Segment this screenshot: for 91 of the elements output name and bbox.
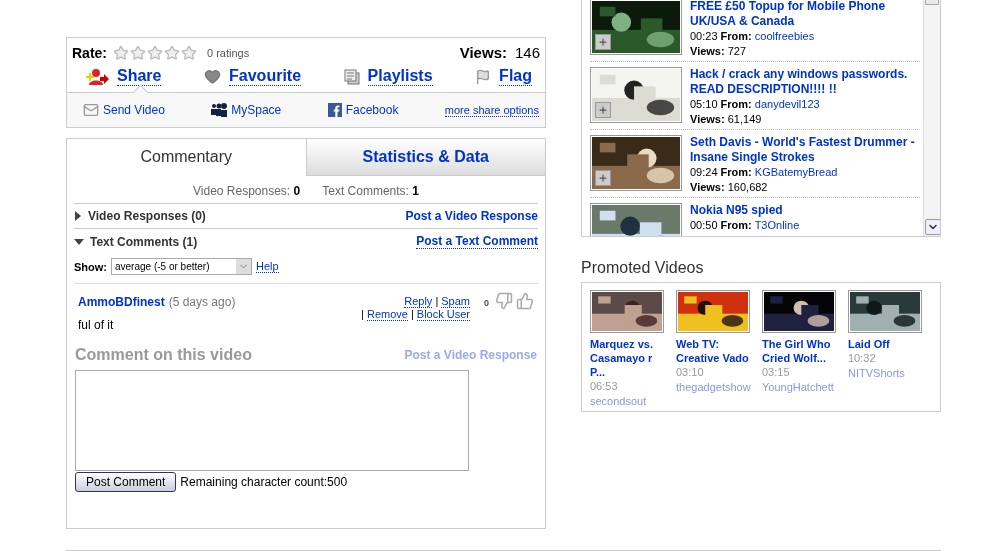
video-duration: 10:32	[848, 351, 877, 366]
post-link[interactable]: Post a Text Comment	[416, 234, 538, 249]
triangle-right-icon[interactable]	[74, 211, 82, 221]
video-title[interactable]: Nokia N95 spied	[690, 203, 800, 218]
related-video[interactable]: FREE £50 Topup for Mobile Phone UK/USA & Canada 00:23 From: coolfreebies Views: 727	[590, 0, 920, 62]
stacked-pages-icon	[343, 68, 360, 85]
section-title[interactable]: Text Comments (1)	[90, 234, 198, 249]
comment-text: ful of it	[78, 318, 115, 332]
flag-icon	[475, 68, 492, 85]
views-label: Views:	[459, 44, 507, 61]
video-title[interactable]: Seth Davis - World's Fastest Drummer - Insane Single Strokes	[690, 135, 920, 165]
sharing-option[interactable]: MySpace	[211, 103, 282, 117]
facebook-icon	[327, 103, 342, 117]
comment-age: (5 days ago)	[168, 295, 236, 309]
video-title[interactable]: Laid Off	[848, 337, 921, 351]
from-label: From:	[720, 219, 752, 231]
related-video[interactable]: Nokia N95 spied 00:50 From: T3Online	[590, 198, 920, 236]
comment-score: 0	[484, 298, 489, 308]
summary-count: Video Responses: 0	[193, 184, 301, 198]
heart-icon	[204, 68, 222, 85]
views-count: 146	[514, 44, 540, 61]
sharing-option[interactable]: Send Video	[83, 102, 165, 118]
star-icon[interactable]	[130, 44, 146, 61]
people-icon	[211, 103, 228, 117]
views-label: Views:	[690, 113, 725, 125]
video-title[interactable]: Hack / crack any windows passwords. READ DESCRIPTION!!!! !!	[690, 67, 920, 97]
action-link[interactable]: Share	[85, 67, 162, 86]
action-link[interactable]: Favourite	[204, 67, 302, 86]
envelope-icon	[83, 102, 99, 118]
separator: |	[410, 308, 414, 321]
video-duration: 09:24	[690, 166, 718, 178]
star-icon[interactable]	[147, 44, 163, 61]
views-count: 727	[727, 45, 747, 57]
scrollbar[interactable]	[923, 0, 940, 236]
help-link[interactable]: Help	[256, 260, 279, 273]
views-label: Views:	[690, 45, 725, 57]
views-count: 160,682	[727, 181, 768, 193]
thumbs-down-icon[interactable]	[495, 292, 513, 310]
section-title[interactable]: Video Responses (0)	[88, 209, 206, 223]
related-video[interactable]: Hack / crack any windows passwords. READ DESCRIPTION!!!! !! 05:10 From: danydevil123 Views: 61,149	[590, 62, 920, 130]
channel-link[interactable]: T3Online	[754, 219, 800, 231]
from-label: From:	[720, 166, 752, 178]
summary-count: Text Comments: 1	[322, 184, 419, 198]
action-link[interactable]: Playlists	[343, 67, 433, 86]
video-duration: 00:23	[690, 30, 718, 42]
remaining-count: Remaining character count:500	[180, 475, 348, 489]
from-label: From:	[720, 30, 752, 42]
ratings-count: 0 ratings	[207, 46, 250, 59]
scroll-thumb[interactable]	[925, 0, 939, 5]
promoted-videos-heading: Promoted Videos	[581, 259, 705, 277]
post-link[interactable]: Post a Video Response	[405, 209, 538, 223]
separator: |	[361, 308, 364, 321]
star-rating[interactable]	[113, 44, 197, 61]
video-duration: 03:15	[762, 365, 791, 380]
show-label: Show:	[74, 260, 107, 273]
filter-dropdown[interactable]: average (-5 or better)	[111, 258, 252, 275]
tab[interactable]: Statistics & Data	[305, 139, 545, 176]
related-video[interactable]: Seth Davis - World's Fastest Drummer - Insane Single Strokes 09:24 From: KGBatemyBread Views: 160,682	[590, 130, 920, 198]
channel-link[interactable]: KGBatemyBread	[754, 166, 838, 178]
video-title[interactable]: Marquez vs. Casamayo r P...	[590, 337, 663, 379]
star-icon[interactable]	[113, 44, 129, 61]
star-icon[interactable]	[164, 44, 180, 61]
action-link[interactable]: Flag	[475, 67, 532, 86]
channel-link[interactable]: coolfreebies	[754, 30, 815, 42]
comment-action-link[interactable]: Block User	[416, 308, 470, 321]
video-duration: 05:10	[690, 98, 718, 110]
comment-field[interactable]	[75, 370, 469, 471]
star-icon[interactable]	[181, 44, 197, 61]
video-title[interactable]: Web TV: Creative Vado	[676, 337, 749, 365]
post-comment-button[interactable]: Post Comment	[75, 472, 177, 492]
rate-label: Rate:	[72, 44, 107, 61]
video-duration: 03:10	[676, 365, 705, 380]
views-count: 61,149	[727, 113, 762, 125]
comment-author[interactable]: AmmoBDfinest	[78, 295, 165, 309]
thumbs-up-icon[interactable]	[516, 292, 534, 310]
more-share-link[interactable]: more share options	[444, 103, 539, 117]
triangle-down-icon[interactable]	[74, 237, 84, 246]
separator: |	[435, 295, 439, 308]
comment-action-link[interactable]: Remove	[366, 308, 408, 321]
sharing-option[interactable]: Facebook	[327, 103, 399, 117]
person-arrow-icon	[85, 67, 109, 86]
from-label: From:	[720, 98, 752, 110]
video-duration: 06:53	[590, 379, 619, 394]
channel-link[interactable]: danydevil123	[754, 98, 820, 110]
comment-action-link[interactable]: Spam	[441, 295, 470, 308]
video-title[interactable]: FREE £50 Topup for Mobile Phone UK/USA & Canada	[690, 0, 920, 29]
compose-title: Comment on this video	[75, 346, 252, 364]
video-title[interactable]: The Girl Who Cried Wolf...	[762, 337, 835, 365]
video-duration: 00:50	[690, 219, 718, 231]
comment-action-link[interactable]: Reply	[404, 295, 433, 308]
views-label: Views:	[690, 181, 725, 193]
